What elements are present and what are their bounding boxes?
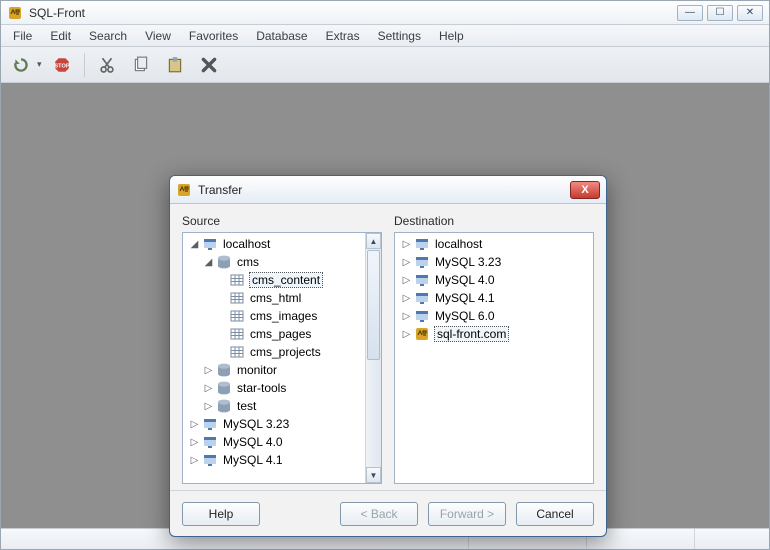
copy-button[interactable] bbox=[127, 52, 155, 78]
dest-node-sqlfront[interactable]: ▷ sql-front.com bbox=[395, 325, 593, 343]
stop-button[interactable] bbox=[48, 52, 76, 78]
main-window: SQL-Front ― ☐ ✕ File Edit Search View Fa… bbox=[0, 0, 770, 550]
sql-icon bbox=[414, 326, 430, 342]
database-icon bbox=[216, 380, 232, 396]
source-label: Source bbox=[182, 214, 382, 228]
transfer-dialog: Transfer X Source ◢ localhost bbox=[169, 175, 607, 537]
dialog-close-button[interactable]: X bbox=[570, 181, 600, 199]
scroll-thumb[interactable] bbox=[367, 250, 380, 360]
refresh-icon bbox=[12, 56, 30, 74]
menu-database[interactable]: Database bbox=[248, 27, 315, 45]
delete-icon bbox=[200, 56, 218, 74]
stop-icon bbox=[53, 56, 71, 74]
copy-icon bbox=[132, 56, 150, 74]
tree-node-cms-images[interactable]: cms_images bbox=[183, 307, 365, 325]
scroll-down-button[interactable]: ▼ bbox=[366, 467, 381, 483]
source-scrollbar[interactable]: ▲ ▼ bbox=[365, 233, 381, 483]
dialog-title: Transfer bbox=[198, 183, 570, 197]
menu-help[interactable]: Help bbox=[431, 27, 472, 45]
table-icon bbox=[229, 326, 245, 342]
database-icon bbox=[216, 254, 232, 270]
tree-node-cms-projects[interactable]: cms_projects bbox=[183, 343, 365, 361]
app-icon bbox=[7, 5, 23, 21]
help-button[interactable]: Help bbox=[182, 502, 260, 526]
status-segment bbox=[595, 529, 695, 549]
scroll-up-button[interactable]: ▲ bbox=[366, 233, 381, 249]
dest-node-mysql41[interactable]: ▷ MySQL 4.1 bbox=[395, 289, 593, 307]
host-icon bbox=[202, 416, 218, 432]
tree-node-mysql41[interactable]: ▷ MySQL 4.1 bbox=[183, 451, 365, 469]
menu-favorites[interactable]: Favorites bbox=[181, 27, 246, 45]
destination-panel: Destination ▷ localhost ▷ MySQL 3 bbox=[394, 214, 594, 484]
tree-node-cms-content[interactable]: cms_content bbox=[183, 271, 365, 289]
client-area: Transfer X Source ◢ localhost bbox=[1, 83, 769, 529]
table-icon bbox=[229, 290, 245, 306]
menu-settings[interactable]: Settings bbox=[370, 27, 429, 45]
table-icon bbox=[229, 344, 245, 360]
database-icon bbox=[216, 398, 232, 414]
cut-icon bbox=[98, 56, 116, 74]
host-icon bbox=[414, 236, 430, 252]
menu-file[interactable]: File bbox=[5, 27, 40, 45]
tree-node-localhost[interactable]: ◢ localhost bbox=[183, 235, 365, 253]
tree-node-cms-html[interactable]: cms_html bbox=[183, 289, 365, 307]
tree-node-star-tools[interactable]: ▷ star-tools bbox=[183, 379, 365, 397]
refresh-dropdown-caret[interactable]: ▾ bbox=[37, 59, 42, 70]
tree-node-mysql323[interactable]: ▷ MySQL 3.23 bbox=[183, 415, 365, 433]
maximize-button[interactable]: ☐ bbox=[707, 5, 733, 21]
delete-button[interactable] bbox=[195, 52, 223, 78]
titlebar: SQL-Front ― ☐ ✕ bbox=[1, 1, 769, 25]
destination-label: Destination bbox=[394, 214, 594, 228]
dest-node-mysql323[interactable]: ▷ MySQL 3.23 bbox=[395, 253, 593, 271]
cancel-button[interactable]: Cancel bbox=[516, 502, 594, 526]
source-panel: Source ◢ localhost ◢ cms bbox=[182, 214, 382, 484]
back-button[interactable]: < Back bbox=[340, 502, 418, 526]
toolbar: ▾ bbox=[1, 47, 769, 83]
menu-view[interactable]: View bbox=[137, 27, 179, 45]
dialog-body: Source ◢ localhost ◢ cms bbox=[170, 204, 606, 490]
paste-icon bbox=[166, 56, 184, 74]
source-tree-container: ◢ localhost ◢ cms bbox=[182, 232, 382, 484]
tree-node-monitor[interactable]: ▷ monitor bbox=[183, 361, 365, 379]
cut-button[interactable] bbox=[93, 52, 121, 78]
host-icon bbox=[414, 272, 430, 288]
host-icon bbox=[202, 452, 218, 468]
destination-tree-container: ▷ localhost ▷ MySQL 3.23 ▷ bbox=[394, 232, 594, 484]
paste-button[interactable] bbox=[161, 52, 189, 78]
dest-node-mysql60[interactable]: ▷ MySQL 6.0 bbox=[395, 307, 593, 325]
minimize-button[interactable]: ― bbox=[677, 5, 703, 21]
menu-edit[interactable]: Edit bbox=[42, 27, 79, 45]
source-tree[interactable]: ◢ localhost ◢ cms bbox=[183, 233, 365, 483]
tree-node-mysql40[interactable]: ▷ MySQL 4.0 bbox=[183, 433, 365, 451]
tree-node-test[interactable]: ▷ test bbox=[183, 397, 365, 415]
tree-node-cms[interactable]: ◢ cms bbox=[183, 253, 365, 271]
dialog-titlebar: Transfer X bbox=[170, 176, 606, 204]
menu-search[interactable]: Search bbox=[81, 27, 135, 45]
forward-button[interactable]: Forward > bbox=[428, 502, 506, 526]
close-button[interactable]: ✕ bbox=[737, 5, 763, 21]
host-icon bbox=[414, 290, 430, 306]
destination-tree[interactable]: ▷ localhost ▷ MySQL 3.23 ▷ bbox=[395, 233, 593, 483]
refresh-button[interactable] bbox=[7, 52, 35, 78]
dialog-button-row: Help < Back Forward > Cancel bbox=[170, 490, 606, 536]
host-icon bbox=[414, 308, 430, 324]
dest-node-mysql40[interactable]: ▷ MySQL 4.0 bbox=[395, 271, 593, 289]
database-icon bbox=[216, 362, 232, 378]
dialog-icon bbox=[176, 182, 192, 198]
menu-extras[interactable]: Extras bbox=[318, 27, 368, 45]
dest-node-localhost[interactable]: ▷ localhost bbox=[395, 235, 593, 253]
app-title: SQL-Front bbox=[29, 6, 677, 20]
table-icon bbox=[229, 272, 245, 288]
table-icon bbox=[229, 308, 245, 324]
status-segment bbox=[703, 529, 763, 549]
host-icon bbox=[414, 254, 430, 270]
toolbar-separator bbox=[84, 53, 85, 77]
host-icon bbox=[202, 236, 218, 252]
menubar: File Edit Search View Favorites Database… bbox=[1, 25, 769, 47]
tree-node-cms-pages[interactable]: cms_pages bbox=[183, 325, 365, 343]
host-icon bbox=[202, 434, 218, 450]
